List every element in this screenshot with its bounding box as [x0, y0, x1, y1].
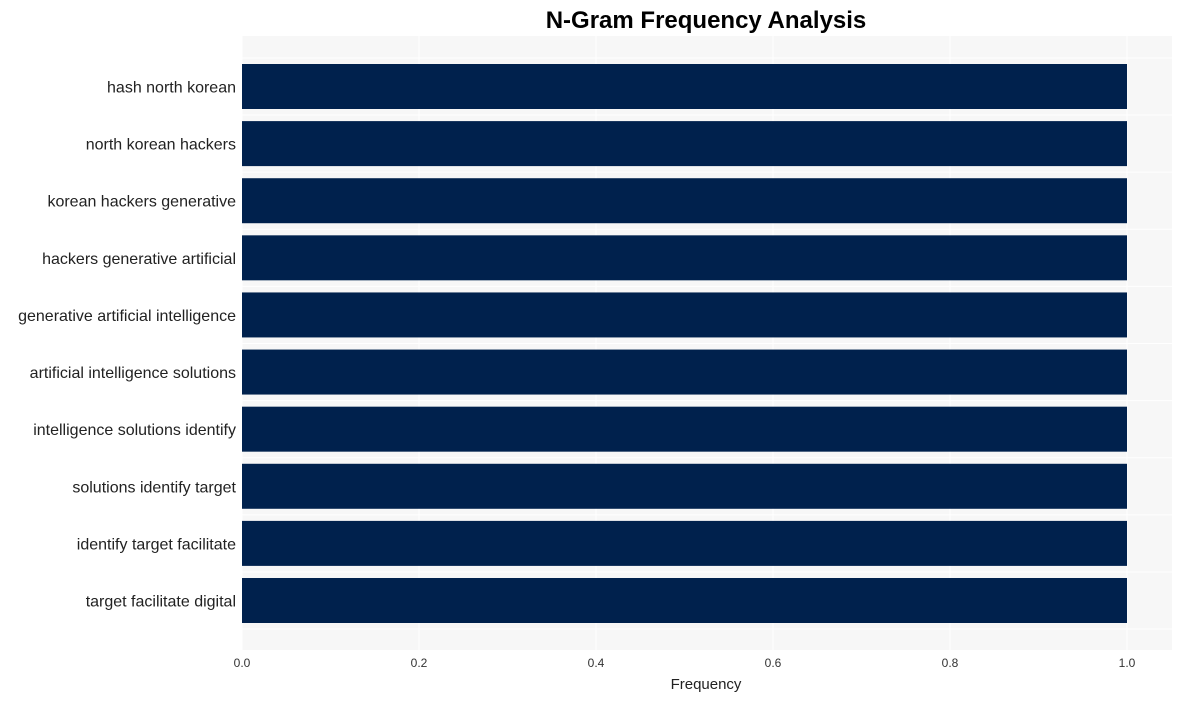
y-tick-label-9: target facilitate digital: [86, 594, 236, 611]
bar-1: [242, 121, 1127, 167]
y-tick-label-3: hackers generative artificial: [42, 251, 236, 268]
x-tick-label-0: 0.0: [234, 656, 251, 670]
x-axis-label: Frequency: [671, 676, 742, 693]
x-tick-label-3: 0.6: [765, 656, 782, 670]
bar-6: [242, 406, 1127, 452]
bar-2: [242, 178, 1127, 224]
x-tick-label-2: 0.4: [588, 656, 605, 670]
x-axis-ticks: 0.0 0.2 0.4 0.6 0.8 1.0: [234, 656, 1136, 670]
y-tick-label-5: artificial intelligence solutions: [30, 365, 236, 382]
bar-8: [242, 520, 1127, 566]
y-tick-label-2: korean hackers generative: [47, 194, 236, 211]
y-tick-label-0: hash north korean: [107, 80, 236, 97]
bar-3: [242, 235, 1127, 281]
y-tick-label-4: generative artificial intelligence: [18, 308, 236, 325]
y-tick-label-7: solutions identify target: [72, 479, 236, 496]
bar-4: [242, 292, 1127, 338]
x-tick-label-1: 0.2: [411, 656, 428, 670]
ngram-frequency-chart: N-Gram Frequency Analysis hash north kor…: [18, 7, 1172, 693]
y-axis-labels: hash north korean north korean hackers kor…: [18, 80, 236, 611]
y-tick-label-1: north korean hackers: [86, 137, 236, 154]
bar-0: [242, 64, 1127, 109]
bar-9: [242, 578, 1127, 623]
x-tick-label-5: 1.0: [1119, 656, 1136, 670]
y-tick-label-6: intelligence solutions identify: [33, 422, 236, 439]
bar-5: [242, 349, 1127, 395]
bar-7: [242, 463, 1127, 509]
chart-title: N-Gram Frequency Analysis: [546, 7, 867, 34]
x-tick-label-4: 0.8: [942, 656, 959, 670]
y-tick-label-8: identify target facilitate: [77, 536, 236, 553]
